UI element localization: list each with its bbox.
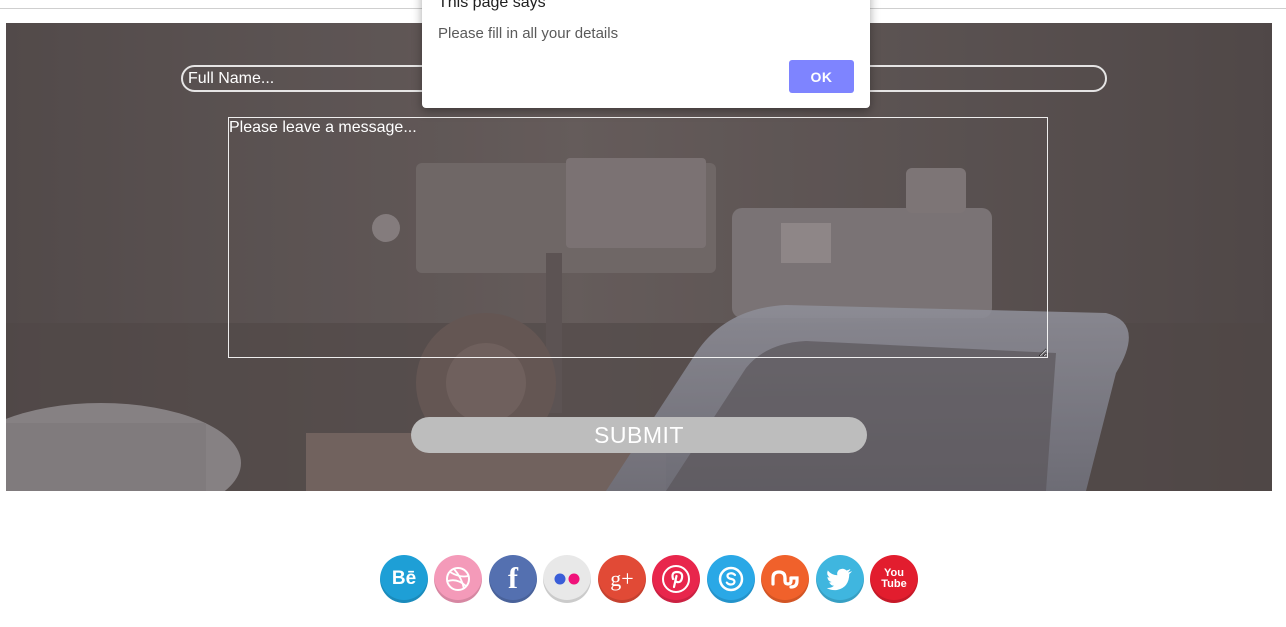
stumbleupon-su-icon [771, 570, 799, 589]
stumbleupon-icon[interactable] [761, 555, 809, 603]
submit-button[interactable]: SUBMIT [411, 417, 867, 453]
social-links: Bē f g+ You Tube [380, 555, 920, 605]
behance-glyph: Bē [391, 568, 417, 589]
google-plus-glyph: g+ [610, 566, 634, 591]
skype-icon[interactable] [707, 555, 755, 603]
pinterest-p-icon [662, 565, 690, 593]
behance-icon[interactable]: Bē [380, 555, 428, 603]
skype-s-icon [718, 566, 744, 592]
flickr-dots-icon [554, 573, 580, 585]
google-plus-icon[interactable]: g+ [598, 555, 646, 603]
youtube-icon[interactable]: You Tube [870, 555, 918, 603]
twitter-bird-icon [826, 568, 852, 591]
youtube-glyph: You Tube [881, 567, 907, 590]
alert-dialog: This page says Please fill in all your d… [422, 0, 870, 108]
flickr-icon[interactable] [543, 555, 591, 603]
facebook-glyph: f [508, 562, 518, 595]
dribbble-icon[interactable] [434, 555, 482, 603]
facebook-icon[interactable]: f [489, 555, 537, 603]
message-textarea[interactable] [228, 117, 1048, 358]
dribbble-ball-icon [446, 567, 470, 591]
twitter-icon[interactable] [816, 555, 864, 603]
dialog-message: Please fill in all your details [438, 25, 619, 42]
pinterest-icon[interactable] [652, 555, 700, 603]
dialog-title: This page says [438, 0, 546, 11]
dialog-ok-button[interactable]: OK [789, 60, 854, 93]
